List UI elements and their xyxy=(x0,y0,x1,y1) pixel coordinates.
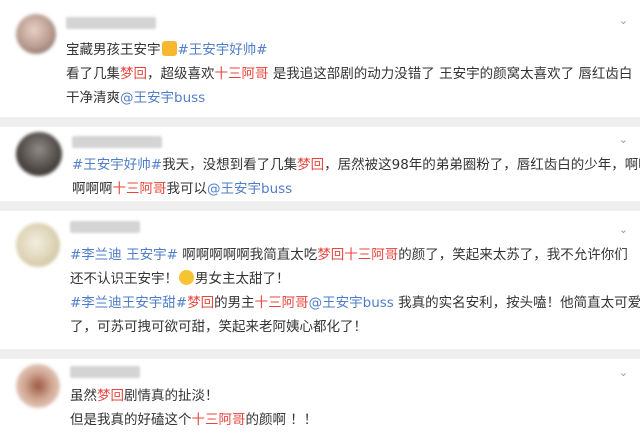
chevron-down-icon[interactable]: ⌄ xyxy=(619,223,628,236)
comment-line: 还不认识王安宇！ 男女主太甜了！ xyxy=(70,268,290,290)
avatar[interactable] xyxy=(16,223,60,267)
separator xyxy=(0,349,640,359)
comment-card-4: ⌄ 虽然梦回剧情真的扯淡！ 但是我真的好磕这个十三阿哥的颜啊 ！！ xyxy=(0,359,640,436)
topic-link[interactable]: #李兰迪王安宇甜# xyxy=(70,295,187,311)
comment-text: 我可以 xyxy=(166,181,208,197)
comment-text: 我天，没想到看了几集 xyxy=(162,157,298,173)
chevron-down-icon[interactable]: ⌄ xyxy=(619,366,628,379)
comment-text: 我真的实名安利，按头嗑！他简直太可爱 xyxy=(398,295,640,311)
topic-link[interactable]: #李兰迪 王安宇# xyxy=(70,247,178,263)
comment-text: 的颜了，笑起来太苏了，我不允许你们 xyxy=(398,247,628,263)
keyword-highlight: 十三阿哥 xyxy=(254,295,309,311)
comment-text: 看了几集 xyxy=(66,66,120,82)
comment-line: 了，可苏可拽可欲可甜，笑起来老阿姨心都化了！ xyxy=(70,316,367,338)
keyword-highlight: 梦回 xyxy=(317,247,345,263)
comment-text: 是我追这部剧的动力没错了 王安宇的颜窝太喜欢了 唇红齿白 xyxy=(272,66,633,82)
keyword-highlight: 十三阿哥 xyxy=(214,66,269,82)
username-blurred[interactable] xyxy=(70,366,140,378)
keyword-highlight: 十三阿哥 xyxy=(344,247,399,263)
keyword-highlight: 十三阿哥 xyxy=(112,181,167,197)
comment-card-2: ⌄ #王安宇好帅#我天，没想到看了几集梦回，居然被这98年的弟弟圈粉了，唇红齿白… xyxy=(0,127,640,201)
avatar[interactable] xyxy=(16,132,62,176)
mention-link[interactable]: @王安宇buss xyxy=(120,90,205,106)
username-blurred[interactable] xyxy=(70,221,140,233)
comment-line: #李兰迪王安宇甜#梦回的男主十三阿哥@王安宇buss 我真的实名安利，按头嗑！他… xyxy=(70,292,640,314)
comment-text: 还不认识王安宇！ xyxy=(70,271,178,287)
comment-text: 宝藏男孩王安宇 xyxy=(66,42,161,58)
comment-text: 的颜啊 ！！ xyxy=(245,412,318,428)
comment-card-1: ⌄ 宝藏男孩王安宇 #王安宇好帅# 看了几集梦回，超级喜欢十三阿哥 是我追这部剧的… xyxy=(0,0,640,117)
comment-line: #王安宇好帅#我天，没想到看了几集梦回，居然被这98年的弟弟圈粉了，唇红齿白的少… xyxy=(72,154,640,176)
comment-text: 虽然 xyxy=(70,388,97,404)
keyword-highlight: 梦回 xyxy=(97,388,124,404)
comment-text: 剧情真的扯淡！ xyxy=(124,388,219,404)
comment-line: 但是我真的好磕这个十三阿哥的颜啊 ！！ xyxy=(70,409,317,431)
username-blurred[interactable] xyxy=(72,136,162,148)
comment-line: #李兰迪 王安宇# 啊啊啊啊啊我简直太吃梦回十三阿哥的颜了，笑起来太苏了，我不允… xyxy=(70,244,628,266)
separator xyxy=(0,201,640,211)
separator xyxy=(0,117,640,127)
mention-link[interactable]: @王安宇buss xyxy=(207,181,292,197)
avatar[interactable] xyxy=(16,14,56,54)
chevron-down-icon[interactable]: ⌄ xyxy=(619,133,628,146)
mention-link[interactable]: @王安宇buss xyxy=(309,295,394,311)
comment-text: ，居然被这98年的弟弟圈粉了，唇红齿白的少年，啊啊 xyxy=(324,157,640,173)
comment-line: 干净清爽@王安宇buss xyxy=(66,87,205,109)
comment-card-3: ⌄ #李兰迪 王安宇# 啊啊啊啊啊我简直太吃梦回十三阿哥的颜了，笑起来太苏了，我… xyxy=(0,211,640,349)
comment-line: 宝藏男孩王安宇 #王安宇好帅# xyxy=(66,39,268,61)
crying-emoji xyxy=(179,270,194,285)
comment-text: 的男主 xyxy=(214,295,255,311)
comment-text: 啊啊啊 xyxy=(72,181,113,197)
comment-text: 啊啊啊啊啊我简直太吃 xyxy=(182,247,318,263)
comment-line: 看了几集梦回，超级喜欢十三阿哥 是我追这部剧的动力没错了 王安宇的颜窝太喜欢了 … xyxy=(66,63,632,85)
keyword-highlight: 梦回 xyxy=(120,66,147,82)
topic-link[interactable]: #王安宇好帅# xyxy=(72,157,162,173)
topic-link[interactable]: #王安宇好帅# xyxy=(178,42,268,58)
keyword-highlight: 梦回 xyxy=(187,295,215,311)
comment-text: 了，可苏可拽可欲可甜，笑起来老阿姨心都化了！ xyxy=(70,319,367,335)
username-blurred[interactable] xyxy=(66,17,156,29)
comment-text: 但是我真的好磕这个 xyxy=(70,412,192,428)
keyword-highlight: 梦回 xyxy=(297,157,325,173)
chevron-down-icon[interactable]: ⌄ xyxy=(619,14,628,27)
comment-text: 干净清爽 xyxy=(66,90,120,106)
clap-emoji xyxy=(161,41,177,56)
comment-text: 男女主太甜了！ xyxy=(195,271,290,287)
comment-line: 啊啊啊十三阿哥我可以@王安宇buss xyxy=(72,178,292,200)
avatar[interactable] xyxy=(16,364,60,408)
keyword-highlight: 十三阿哥 xyxy=(191,412,246,428)
comment-line: 虽然梦回剧情真的扯淡！ xyxy=(70,385,219,407)
comment-text: ，超级喜欢 xyxy=(147,66,215,82)
